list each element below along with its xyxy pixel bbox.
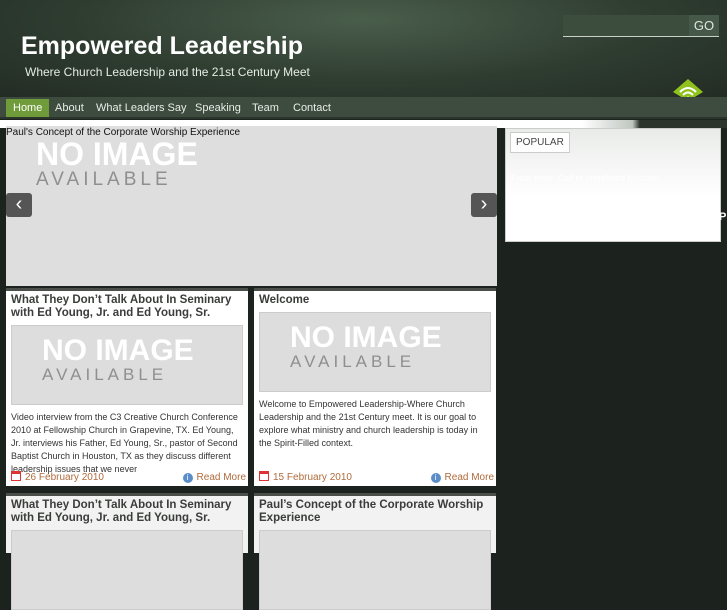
- nav-contact[interactable]: Contact: [286, 99, 338, 117]
- nav-about[interactable]: About: [48, 99, 91, 117]
- calendar-icon: [11, 471, 21, 481]
- read-more-text[interactable]: Read More: [197, 472, 246, 483]
- featured-slider: Paul's Concept of the Corporate Worship …: [6, 126, 497, 286]
- info-icon: i: [182, 473, 193, 483]
- no-image-text: NO IMAGE: [42, 334, 194, 367]
- post-thumbnail[interactable]: [259, 530, 491, 610]
- nav-what-leaders-say[interactable]: What Leaders Say: [89, 99, 194, 117]
- post-title[interactable]: Welcome: [259, 294, 491, 307]
- calendar-icon: [259, 471, 269, 481]
- post-title[interactable]: What They Don’t Talk About In Seminary w…: [11, 499, 243, 525]
- sidebar-popular: POPULAR Fatal error: Call to undefined f…: [505, 128, 721, 242]
- read-more-link[interactable]: i Read More: [430, 472, 494, 483]
- available-text: AVAILABLE: [36, 169, 172, 190]
- post-excerpt: Welcome to Empowered Leadership-Where Ch…: [259, 399, 478, 448]
- post-date: 26 February 2010: [11, 471, 104, 483]
- nav-team[interactable]: Team: [245, 99, 286, 117]
- post-card: Welcome NO IMAGE AVAILABLE Welcome to Emp…: [254, 288, 496, 486]
- tab-popular[interactable]: POPULAR: [510, 132, 570, 153]
- nav-home[interactable]: Home: [6, 99, 50, 117]
- post-title[interactable]: Paul’s Concept of the Corporate Worship …: [259, 499, 491, 525]
- search-form: GO: [563, 15, 719, 37]
- available-text: AVAILABLE: [42, 365, 168, 384]
- no-image-placeholder: NO IMAGE AVAILABLE: [36, 138, 198, 189]
- post-thumbnail[interactable]: NO IMAGE AVAILABLE: [259, 312, 491, 392]
- site-title[interactable]: Empowered Leadership: [21, 32, 303, 61]
- post-thumbnail[interactable]: NO IMAGE AVAILABLE: [11, 325, 243, 405]
- post-card: Paul’s Concept of the Corporate Worship …: [254, 493, 496, 610]
- post-card: What They Don’t Talk About In Seminary w…: [6, 288, 248, 486]
- main-nav: Home About What Leaders Say Speaking Tea…: [0, 97, 727, 119]
- post-date: 15 February 2010: [259, 471, 352, 483]
- read-more-link[interactable]: i Read More: [182, 472, 246, 483]
- post-thumbnail[interactable]: [11, 530, 243, 610]
- no-image-text: NO IMAGE: [36, 136, 198, 172]
- read-more-text[interactable]: Read More: [445, 472, 494, 483]
- error-message: Fatal error: Call to undefined function: [511, 173, 660, 183]
- available-text: AVAILABLE: [290, 352, 416, 371]
- post-title[interactable]: What They Don’t Talk About In Seminary w…: [11, 294, 243, 320]
- post-card: What They Don’t Talk About In Seminary w…: [6, 493, 248, 610]
- go-button[interactable]: GO: [689, 15, 719, 36]
- nav-speaking[interactable]: Speaking: [188, 99, 248, 117]
- stray-text: P: [719, 211, 727, 223]
- no-image-text: NO IMAGE: [290, 321, 442, 354]
- next-arrow-icon[interactable]: ›: [471, 193, 497, 217]
- header: Empowered Leadership Where Church Leader…: [0, 0, 727, 101]
- info-icon: i: [430, 473, 441, 483]
- search-input[interactable]: [563, 15, 689, 36]
- prev-arrow-icon[interactable]: ‹: [6, 193, 32, 217]
- tagline: Where Church Leadership and the 21st Cen…: [25, 65, 310, 79]
- date-text: 15 February 2010: [273, 472, 352, 483]
- date-text: 26 February 2010: [25, 472, 104, 483]
- post-excerpt: Video interview from the C3 Creative Chu…: [11, 412, 238, 474]
